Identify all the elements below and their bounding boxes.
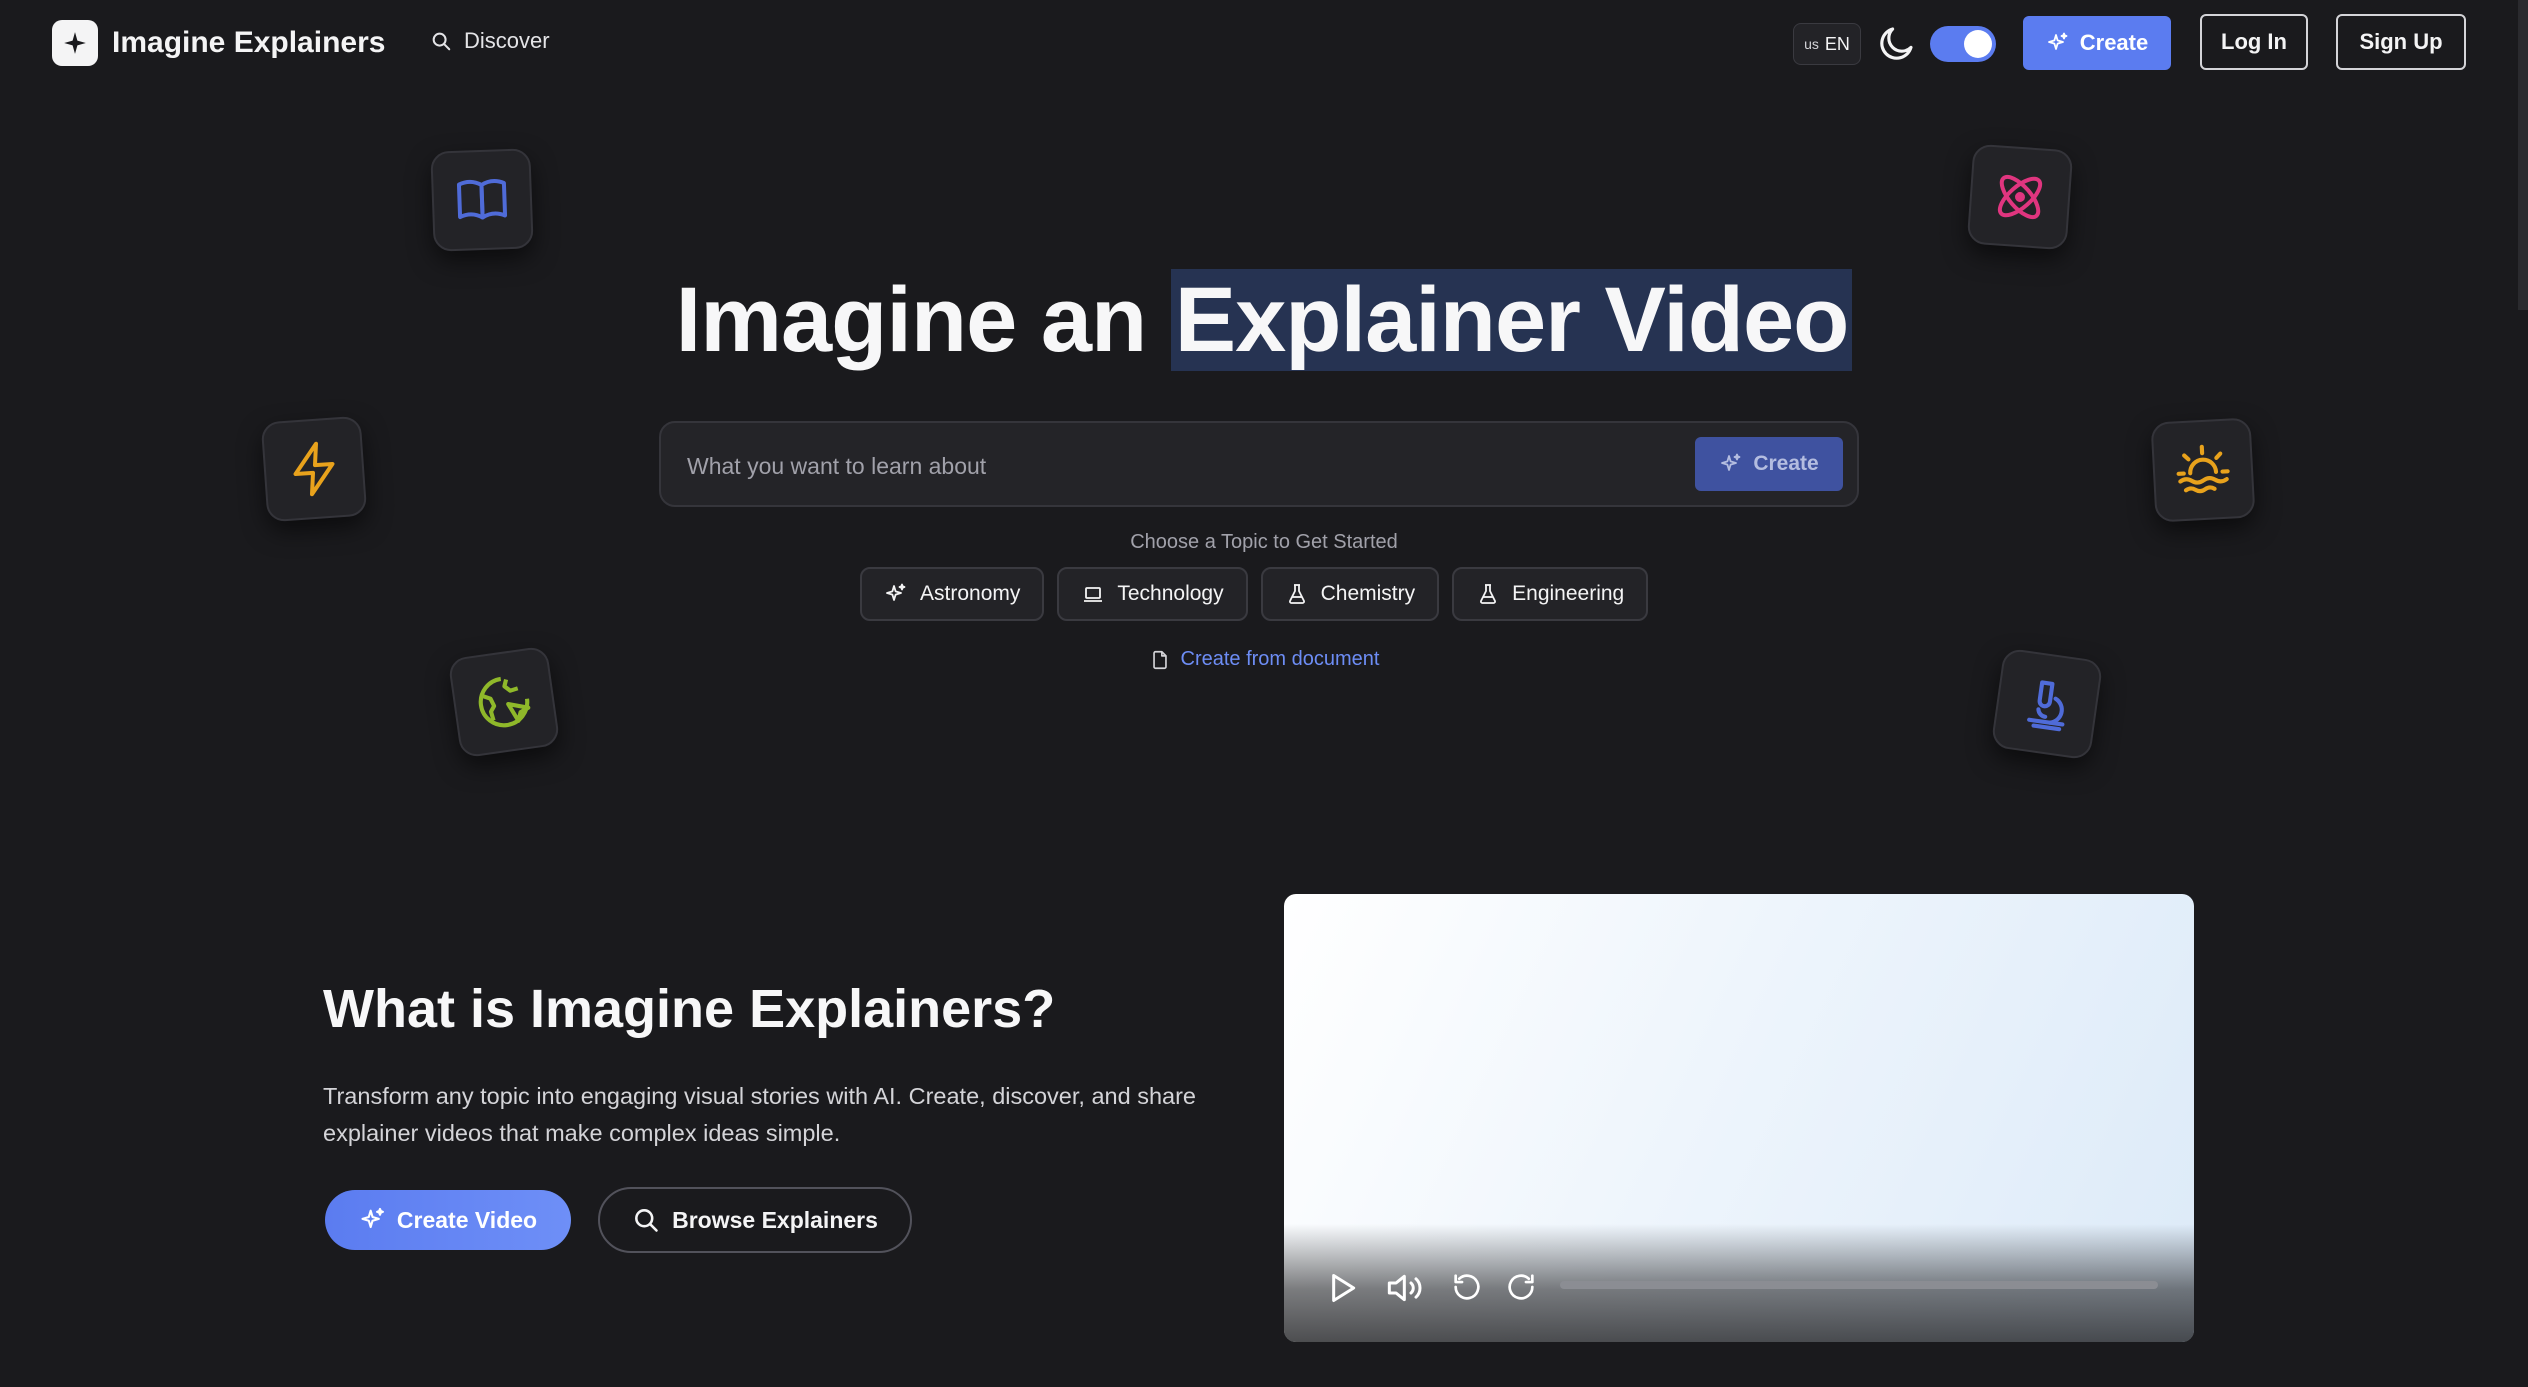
- atom-icon: [1997, 174, 2043, 220]
- floating-tile-lightning: [260, 415, 368, 523]
- topic-chip-label: Chemistry: [1320, 582, 1416, 605]
- create-video-label: Create Video: [396, 1206, 538, 1233]
- floating-tile-atom: [1966, 143, 2074, 251]
- rewind-icon[interactable]: [1450, 1270, 1484, 1309]
- topic-search-bar: Create: [659, 421, 1859, 507]
- topic-chip-label: Technology: [1117, 582, 1224, 605]
- sparkle-logo-icon: [52, 20, 98, 66]
- nav-discover-link[interactable]: Discover: [430, 28, 550, 54]
- microscope-icon: [2027, 680, 2065, 732]
- topic-chip-label: Astronomy: [920, 582, 1021, 605]
- topic-chip-astronomy[interactable]: Astronomy: [860, 567, 1045, 621]
- language-selector[interactable]: us EN: [1793, 23, 1861, 65]
- browse-explainers-button[interactable]: Browse Explainers: [598, 1187, 912, 1253]
- signup-button[interactable]: Sign Up: [2336, 14, 2466, 70]
- topic-chips: Astronomy Technology Chemistry Engineeri…: [860, 567, 1649, 621]
- about-title: What is Imagine Explainers?: [323, 979, 1056, 1039]
- header-create-button[interactable]: Create: [2023, 16, 2171, 70]
- topic-search-input[interactable]: [685, 443, 1649, 489]
- forward-icon[interactable]: [1504, 1270, 1538, 1309]
- search-create-button[interactable]: Create: [1695, 437, 1843, 491]
- video-progress-bar[interactable]: [1560, 1281, 2158, 1289]
- moon-icon: [1876, 22, 1918, 69]
- scrollbar[interactable]: [2518, 0, 2528, 310]
- topic-chip-label: Engineering: [1512, 582, 1625, 605]
- browse-explainers-label: Browse Explainers: [672, 1206, 878, 1233]
- topic-caption: Choose a Topic to Get Started: [1130, 531, 1398, 553]
- about-description: Transform any topic into engaging visual…: [323, 1083, 1196, 1146]
- flask-icon: [1480, 584, 1497, 604]
- laptop-icon: [1084, 587, 1103, 602]
- brand-logo[interactable]: Imagine Explainers: [52, 20, 385, 66]
- lightning-icon: [293, 441, 335, 497]
- top-nav: Imagine Explainers Discover us EN Create…: [0, 0, 2528, 88]
- book-icon: [456, 179, 508, 220]
- header-create-label: Create: [2079, 30, 2149, 55]
- sparkles-icon: [2047, 32, 2068, 50]
- sparkles-icon: [1721, 453, 1741, 471]
- toggle-knob: [1964, 30, 1992, 58]
- theme-toggle[interactable]: [1930, 26, 1996, 62]
- hero-title-highlight: Explainer Video: [1170, 269, 1853, 371]
- document-icon: [1152, 650, 1167, 669]
- login-button[interactable]: Log In: [2200, 14, 2308, 70]
- create-from-document-link[interactable]: Create from document: [0, 648, 2528, 671]
- search-icon: [432, 32, 451, 51]
- flask-icon: [1288, 584, 1305, 604]
- brand-name: Imagine Explainers: [112, 26, 386, 59]
- floating-tile-book: [430, 148, 534, 252]
- search-icon: [635, 1209, 658, 1232]
- floating-tile-sunrise: [2150, 417, 2256, 523]
- topic-chip-technology[interactable]: Technology: [1057, 567, 1248, 621]
- nav-discover-label: Discover: [464, 28, 550, 53]
- create-video-button[interactable]: Create Video: [325, 1190, 571, 1250]
- sparkles-icon: [361, 1207, 384, 1229]
- flag-label: us: [1804, 36, 1819, 52]
- globe-icon: [478, 676, 531, 728]
- sunrise-icon: [2176, 444, 2230, 494]
- sparkles-icon: [886, 583, 906, 601]
- topic-chip-chemistry[interactable]: Chemistry: [1260, 567, 1440, 621]
- volume-icon[interactable]: [1384, 1268, 1428, 1313]
- language-code: EN: [1824, 33, 1850, 54]
- search-create-label: Create: [1753, 452, 1819, 475]
- hero-title-prefix: Imagine an: [675, 269, 1171, 371]
- topic-chip-engineering[interactable]: Engineering: [1452, 567, 1649, 621]
- hero-title: Imagine an Explainer Video: [0, 268, 2528, 373]
- play-icon[interactable]: [1322, 1268, 1362, 1313]
- create-from-document-label: Create from document: [1180, 648, 1380, 670]
